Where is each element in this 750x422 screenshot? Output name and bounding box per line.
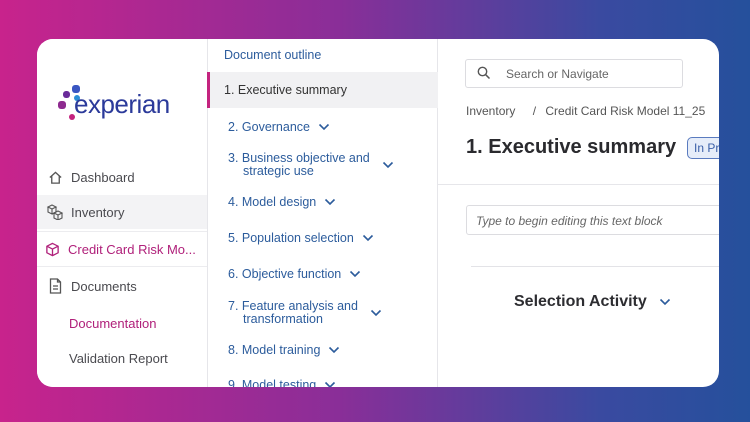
outline-item-label: 6. Objective function: [228, 267, 342, 281]
editor-placeholder: Type to begin editing this text block: [476, 214, 663, 228]
outline-item-label-line2: transformation: [243, 312, 323, 326]
sidebar-item-label: Inventory: [71, 204, 125, 220]
chevron-down-icon[interactable]: [362, 232, 374, 245]
breadcrumb-item-inventory[interactable]: Inventory: [466, 104, 515, 118]
outline-item-label: 4. Model design: [228, 195, 317, 209]
outline-item-feature-analysis[interactable]: 7. Feature analysis and transformation: [228, 300, 382, 326]
chevron-down-icon[interactable]: [382, 159, 394, 172]
divider: [437, 184, 719, 185]
divider: [471, 266, 719, 267]
outline-item-label-line2: strategic use: [243, 164, 314, 178]
section-header-selection-activity[interactable]: Selection Activity: [514, 293, 671, 311]
cube-icon: [43, 240, 61, 258]
sidebar-item-label: Credit Card Risk Mo...: [68, 241, 196, 257]
logo-dot: [63, 91, 70, 98]
outline-item-label: 1. Executive summary: [224, 83, 347, 97]
status-badge: In Pr: [687, 137, 719, 159]
page-title: 1. Executive summary: [466, 136, 677, 158]
outline-item-model-design[interactable]: 4. Model design: [228, 196, 336, 209]
sidebar-item-inventory[interactable]: Inventory: [37, 195, 207, 229]
app-window: experian Dashboard Inventory Credit Card…: [37, 39, 719, 387]
main-content: Search or Navigate Inventory / Credit Ca…: [437, 39, 719, 387]
outline-item-label: 7. Feature analysis and: [228, 299, 358, 313]
chevron-down-icon[interactable]: [324, 196, 336, 209]
outline-item-population-selection[interactable]: 5. Population selection: [228, 232, 374, 245]
document-icon: [46, 277, 64, 295]
sidebar-subitem-documentation[interactable]: Documentation: [69, 316, 156, 331]
sidebar-subitem-validation-report[interactable]: Validation Report: [69, 351, 168, 366]
sidebar-item-dashboard[interactable]: Dashboard: [37, 160, 207, 194]
sidebar-item-credit-card-risk-model[interactable]: Credit Card Risk Mo...: [37, 231, 207, 267]
outline-item-label-wrap: 3. Business objective and strategic use: [228, 152, 370, 178]
sidebar-item-label: Dashboard: [71, 169, 135, 185]
left-sidebar: experian Dashboard Inventory Credit Card…: [37, 39, 208, 387]
outline-item-label-wrap: 7. Feature analysis and transformation: [228, 300, 358, 326]
section-title: Selection Activity: [514, 293, 647, 310]
home-icon: [46, 168, 64, 186]
chevron-down-icon[interactable]: [659, 293, 671, 311]
outline-item-business-objective[interactable]: 3. Business objective and strategic use: [228, 152, 394, 178]
chevron-down-icon[interactable]: [349, 268, 361, 281]
outline-item-objective-function[interactable]: 6. Objective function: [228, 268, 361, 281]
chevron-down-icon[interactable]: [324, 379, 336, 387]
outline-item-label: 9. Model testing: [228, 378, 317, 388]
outline-item-label: 5. Population selection: [228, 231, 354, 245]
logo-dot: [58, 101, 66, 109]
text-block-editor[interactable]: Type to begin editing this text block: [466, 205, 719, 235]
outline-item-governance[interactable]: 2. Governance: [228, 121, 330, 134]
outline-item-model-training[interactable]: 8. Model training: [228, 344, 340, 357]
chevron-down-icon[interactable]: [370, 307, 382, 320]
outline-item-selected[interactable]: 1. Executive summary: [207, 72, 438, 108]
breadcrumb: Inventory / Credit Card Risk Model 11_25: [466, 104, 705, 118]
outline-item-label: 2. Governance: [228, 120, 310, 134]
chevron-down-icon[interactable]: [328, 344, 340, 357]
sidebar-item-documents[interactable]: Documents: [37, 269, 207, 303]
outline-title: Document outline: [224, 48, 322, 62]
outline-item-label: 8. Model training: [228, 343, 321, 357]
logo-text: experian: [74, 89, 170, 119]
document-outline-panel: Document outline 1. Executive summary 2.…: [207, 39, 438, 387]
experian-logo[interactable]: experian: [57, 83, 207, 127]
cubes-icon: [46, 203, 64, 221]
sidebar-item-label: Documents: [71, 278, 137, 294]
breadcrumb-item-model[interactable]: Credit Card Risk Model 11_25: [545, 104, 705, 118]
search-input[interactable]: Search or Navigate: [465, 59, 683, 88]
outline-item-label: 3. Business objective and: [228, 151, 370, 165]
search-icon: [477, 66, 491, 85]
outline-item-model-testing[interactable]: 9. Model testing: [228, 379, 336, 387]
breadcrumb-separator: /: [532, 104, 537, 118]
chevron-down-icon[interactable]: [318, 121, 330, 134]
search-placeholder: Search or Navigate: [506, 67, 609, 81]
